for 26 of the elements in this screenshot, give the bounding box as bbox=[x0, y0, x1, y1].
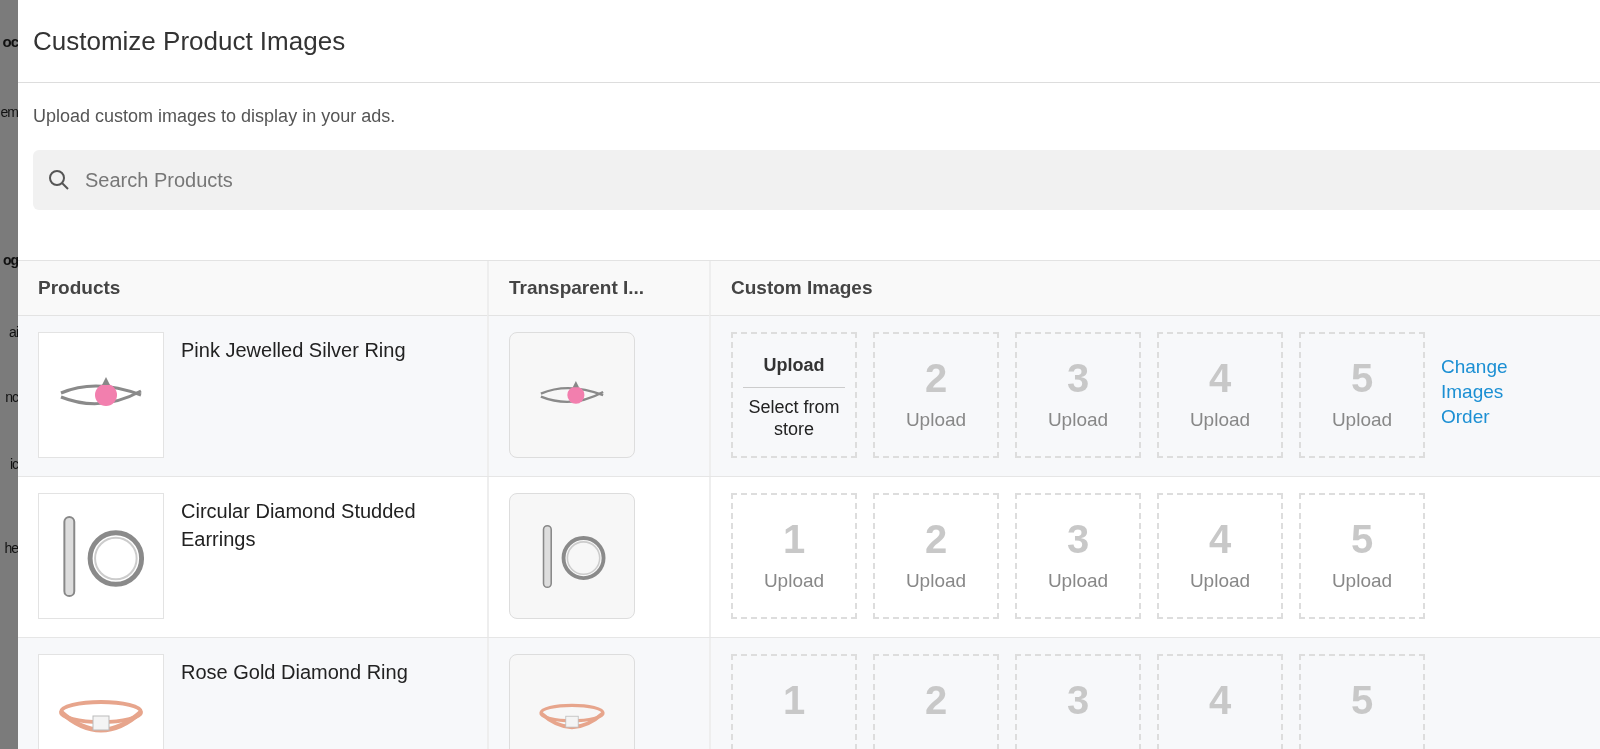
product-name: Rose Gold Diamond Ring bbox=[181, 660, 408, 685]
upload-label: Upload bbox=[763, 569, 825, 593]
product-name: Circular Diamond Studded Earrings bbox=[181, 499, 417, 552]
page-text-fragment: ic bbox=[9, 457, 18, 471]
upload-label: Upload bbox=[1331, 408, 1393, 432]
product-name: Pink Jewelled Silver Ring bbox=[181, 338, 406, 363]
page-text-fragment: oc bbox=[2, 34, 18, 49]
upload-option[interactable]: Upload bbox=[743, 352, 845, 388]
page-text-fragment: he bbox=[4, 541, 18, 555]
dialog-description: Upload custom images to display in your ads. bbox=[33, 105, 397, 128]
page-text-fragment: nc bbox=[5, 390, 18, 404]
search-field[interactable]: Search Products bbox=[33, 150, 1600, 210]
select-from-store-option[interactable]: Select from store bbox=[743, 396, 845, 440]
page-text-fragment: em bbox=[0, 105, 18, 119]
upload-label: Upload bbox=[1047, 569, 1109, 593]
change-images-order-link[interactable]: Change Images Order bbox=[1441, 354, 1531, 429]
upload-label: Upload bbox=[1331, 569, 1393, 593]
upload-label: Upload bbox=[905, 569, 967, 593]
upload-label: Upload bbox=[905, 408, 967, 432]
upload-label: Upload bbox=[1047, 408, 1109, 432]
search-icon bbox=[47, 168, 71, 192]
page-text-fragment: ai bbox=[9, 325, 18, 339]
upload-label: Upload bbox=[1189, 408, 1251, 432]
upload-label: Upload bbox=[1189, 569, 1251, 593]
page-text-fragment: og bbox=[2, 253, 18, 267]
dialog-title: Customize Product Images bbox=[33, 24, 346, 58]
